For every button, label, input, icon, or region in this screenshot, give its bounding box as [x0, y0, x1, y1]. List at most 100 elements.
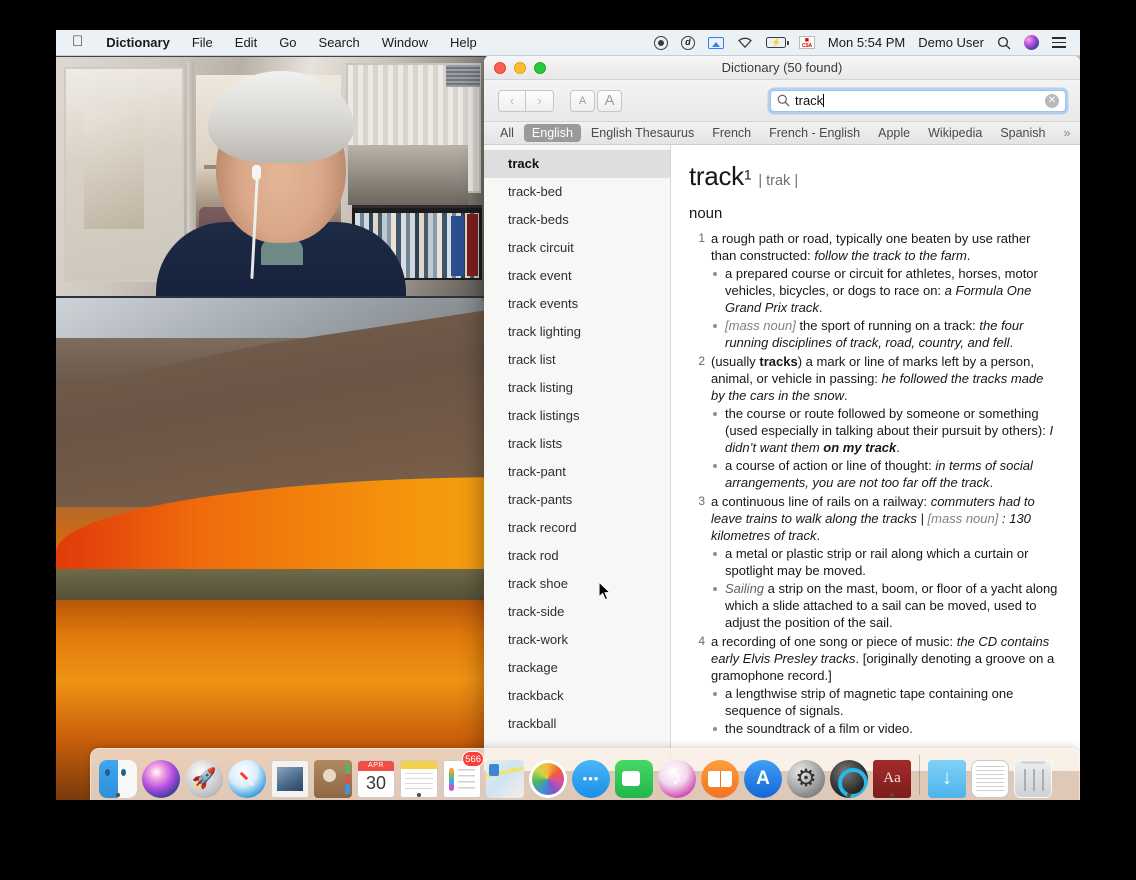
dock-item-safari[interactable]: [226, 752, 268, 798]
menu-item-search[interactable]: Search: [308, 30, 371, 55]
window-titlebar[interactable]: Dictionary (50 found): [484, 56, 1080, 80]
tabs-overflow-icon[interactable]: »: [1056, 124, 1075, 142]
dock-item-siri[interactable]: [140, 752, 182, 798]
word-list-item[interactable]: track-pant: [484, 458, 670, 486]
sense-number: 2: [698, 353, 705, 368]
word-list-item[interactable]: trackback: [484, 682, 670, 710]
definition-text: .: [818, 299, 823, 315]
dock-item-contacts[interactable]: [312, 752, 354, 798]
word-list-item[interactable]: track lighting: [484, 318, 670, 346]
video-desk-clutter: [348, 145, 468, 205]
tab-english[interactable]: English: [523, 124, 581, 142]
sense-body: a continuous line of rails on a railway:…: [711, 493, 1058, 631]
tab-wikipedia[interactable]: Wikipedia: [920, 124, 990, 142]
definition-text: the course or route followed by someone …: [725, 405, 1050, 438]
word-list-item[interactable]: track-side: [484, 598, 670, 626]
word-list-item[interactable]: track list: [484, 346, 670, 374]
menu-item-edit[interactable]: Edit: [224, 30, 268, 55]
siri-icon[interactable]: [1024, 35, 1039, 50]
word-list[interactable]: track track-bed track-beds track circuit tra…: [484, 145, 671, 771]
dock-item-finder[interactable]: [97, 752, 139, 798]
battery-charging-icon[interactable]: ⚡: [765, 37, 789, 48]
dock-item-app-store[interactable]: [742, 752, 784, 798]
homograph-number: 1: [743, 166, 752, 183]
dock-item-dictionary[interactable]: [871, 752, 913, 798]
sense-number: 3: [698, 493, 705, 508]
sense: 2 (usually tracks) a mark or line of mark…: [689, 353, 1058, 491]
search-input[interactable]: track: [795, 93, 823, 108]
word-list-item[interactable]: track listings: [484, 402, 670, 430]
dock-item-maps[interactable]: [484, 752, 526, 798]
word-list-item[interactable]: trackball: [484, 710, 670, 738]
subsense: [mass noun] the sport of running on a tr…: [711, 317, 1058, 351]
dock-item-trash[interactable]: [1012, 752, 1054, 798]
tab-french[interactable]: French: [704, 124, 759, 142]
dock-item-quicktime[interactable]: [828, 752, 870, 798]
tab-apple[interactable]: Apple: [870, 124, 918, 142]
part-of-speech: noun: [689, 205, 723, 223]
control-center-icon[interactable]: [1052, 37, 1066, 48]
dock-item-ibooks[interactable]: [699, 752, 741, 798]
dock-item-messages[interactable]: [570, 752, 612, 798]
dock-item-facetime[interactable]: [613, 752, 655, 798]
word-list-item[interactable]: track lists: [484, 430, 670, 458]
word-list-item[interactable]: track event: [484, 262, 670, 290]
subsense: a lengthwise strip of magnetic tape cont…: [711, 685, 1058, 719]
subsense-list: a prepared course or circuit for athlete…: [711, 265, 1058, 351]
subsense: the course or route followed by someone …: [711, 405, 1058, 456]
tab-all[interactable]: All: [492, 124, 522, 142]
word-list-item[interactable]: track circuit: [484, 234, 670, 262]
word-list-item[interactable]: track shoe: [484, 570, 670, 598]
word-list-item[interactable]: track events: [484, 290, 670, 318]
definition-text: .: [989, 474, 994, 490]
dock-item-calendar[interactable]: APR 30: [355, 752, 397, 798]
spotlight-search-icon[interactable]: [997, 36, 1011, 50]
search-field[interactable]: track ✕: [770, 89, 1066, 112]
decrease-font-size-button[interactable]: A: [570, 89, 595, 112]
sense-definition: a recording of one song or piece of musi…: [711, 633, 1058, 684]
downloads-icon: [928, 759, 966, 798]
airplay-icon[interactable]: [707, 36, 724, 49]
safari-icon: [228, 759, 266, 798]
input-source-csa-icon[interactable]: ■ CSA: [798, 36, 815, 49]
sense-definition: a continuous line of rails on a railway:…: [711, 493, 1058, 544]
word-list-item[interactable]: track-bed: [484, 178, 670, 206]
menu-bar-user[interactable]: Demo User: [918, 35, 984, 50]
menu-item-window[interactable]: Window: [371, 30, 439, 55]
tab-spanish[interactable]: Spanish: [992, 124, 1053, 142]
word-list-item[interactable]: track: [484, 150, 670, 178]
dock-item-itunes[interactable]: [656, 752, 698, 798]
word-list-item[interactable]: track-pants: [484, 486, 670, 514]
word-list-item[interactable]: track-beds: [484, 206, 670, 234]
dock-item-reminders[interactable]: 566: [441, 750, 484, 798]
definition-text: .: [816, 527, 821, 543]
increase-font-size-button[interactable]: A: [597, 89, 622, 112]
word-list-item[interactable]: track rod: [484, 542, 670, 570]
dock-item-photos[interactable]: [527, 752, 569, 798]
dock-item-notes[interactable]: [398, 752, 440, 798]
record-icon[interactable]: [653, 35, 668, 50]
menu-item-go[interactable]: Go: [268, 30, 307, 55]
word-list-item[interactable]: track record: [484, 514, 670, 542]
menu-bar-clock[interactable]: Mon 5:54 PM: [828, 35, 905, 50]
dock-item-system-preferences[interactable]: [785, 752, 827, 798]
forward-button[interactable]: ›: [526, 89, 554, 112]
dock-item-launchpad[interactable]: [183, 752, 225, 798]
tab-french-english[interactable]: French - English: [761, 124, 868, 142]
word-list-item[interactable]: track listing: [484, 374, 670, 402]
subsense: the soundtrack of a film or video.: [711, 720, 1058, 737]
word-list-item[interactable]: trackage: [484, 654, 670, 682]
dropbox-icon[interactable]: d: [680, 35, 695, 50]
wifi-icon[interactable]: [737, 37, 753, 48]
back-button[interactable]: ‹: [498, 89, 526, 112]
menu-item-dictionary[interactable]: Dictionary: [95, 30, 181, 55]
tab-english-thesaurus[interactable]: English Thesaurus: [583, 124, 702, 142]
dock-item-downloads[interactable]: [926, 752, 968, 798]
dock-item-documents[interactable]: [969, 752, 1011, 798]
menu-item-help[interactable]: Help: [439, 30, 488, 55]
dock-item-mail[interactable]: [269, 752, 311, 798]
menu-item-file[interactable]: File: [181, 30, 224, 55]
clear-search-icon[interactable]: ✕: [1045, 93, 1059, 108]
apple-menu-icon[interactable]: : [66, 30, 95, 56]
word-list-item[interactable]: track-work: [484, 626, 670, 654]
